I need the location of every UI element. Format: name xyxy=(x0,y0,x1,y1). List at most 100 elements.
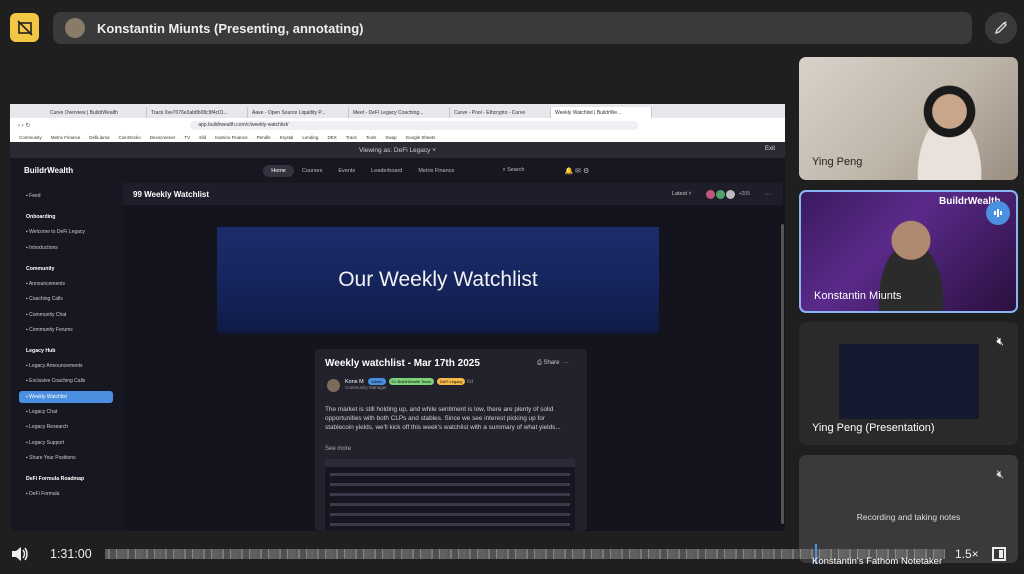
sidebar-item-feed[interactable]: ▪ Feed xyxy=(26,193,41,199)
participant-name: Konstantin Miunts xyxy=(814,290,902,302)
browser-tab[interactable]: Meet - DeFi Legacy Coaching... xyxy=(349,107,450,118)
bookmark-item[interactable]: CoinGecko xyxy=(119,135,141,140)
post-card[interactable]: Weekly watchlist - Mar 17th 2025 ⎙ Share… xyxy=(315,349,587,531)
annotate-button[interactable] xyxy=(985,12,1017,44)
browser-tab[interactable]: Curve - Pool - Ethcrypto - Curve xyxy=(450,107,551,118)
feed-title: 99 Weekly Watchlist xyxy=(133,189,210,199)
browser-tab[interactable]: Aave - Open Source Liquidity P... xyxy=(248,107,349,118)
meeting-title-bar: Konstantin Miunts (Presenting, annotatin… xyxy=(53,12,972,44)
sidebar-item-legacy-chat[interactable]: ▪ Legacy Chat xyxy=(26,409,57,415)
url-field[interactable]: app.buildrwealth.com/c/weekly-watchlist/ xyxy=(190,120,639,130)
sidebar-item-coaching-calls[interactable]: ▪ Coaching Calls xyxy=(26,296,63,302)
banner-title: Our Weekly Watchlist xyxy=(338,268,538,291)
sidebar-heading: Onboarding xyxy=(26,214,56,221)
shared-screen: Curve Overview | BuildrWealth Track 0xe70… xyxy=(10,104,785,531)
bookmark-item[interactable]: Kamino Finance xyxy=(215,135,248,140)
nav-item-metrix-finance[interactable]: Metrix Finance xyxy=(410,165,462,177)
bookmark-item[interactable]: Community xyxy=(19,135,42,140)
sidebar-item-exclusive-coaching-calls[interactable]: ▪ Exclusive Coaching Calls xyxy=(26,378,85,384)
mic-off-icon: 🔇︎ xyxy=(996,467,1004,481)
share-button[interactable]: ⎙ Share ··· xyxy=(537,360,569,367)
author-role: Community Manager xyxy=(345,385,387,390)
bookmark-item[interactable]: DEX xyxy=(327,135,336,140)
playback-time: 1:31:00 xyxy=(50,547,92,561)
sort-label: Latest xyxy=(672,191,687,197)
playback-speed[interactable]: 1.5× xyxy=(955,547,979,561)
exit-button[interactable]: Exit xyxy=(765,146,775,152)
sidebar-item-share-your-positions[interactable]: ▪ Share Your Positions xyxy=(26,455,76,461)
feed-header: 99 Weekly Watchlist Latest ˅ +205 ··· xyxy=(123,183,783,205)
notetaker-status: Recording and taking notes xyxy=(856,512,961,522)
bookmark-item[interactable]: Tools xyxy=(366,135,377,140)
viewing-as-label[interactable]: Viewing as: DeFi Legacy ˅ xyxy=(359,147,436,154)
bookmark-item[interactable]: Track xyxy=(346,135,357,140)
page-scrollbar[interactable] xyxy=(781,224,784,524)
author-badge: DeFi Legacy xyxy=(436,378,466,385)
watchlist-banner: Our Weekly Watchlist xyxy=(217,227,659,333)
share-label: Share xyxy=(543,360,560,366)
mic-off-icon: 🔇︎ xyxy=(996,334,1004,348)
participant-video xyxy=(909,82,999,180)
sort-dropdown[interactable]: Latest ˅ xyxy=(672,191,692,197)
bookmark-item[interactable]: Google Sheets xyxy=(406,135,436,140)
bookmark-item[interactable]: Metrix Finance xyxy=(51,135,81,140)
sidebar: ▪ Feed Onboarding ▪ Welcome to DeFi Legacy… xyxy=(10,183,123,531)
participant-tile-presentation[interactable]: 🔇︎ Ying Peng (Presentation) xyxy=(799,322,1018,445)
bookmark-item[interactable]: Dexscreener xyxy=(150,135,176,140)
sidebar-item-legacy-support[interactable]: ▪ Legacy Support xyxy=(26,440,64,446)
member-avatars xyxy=(705,189,735,199)
fullscreen-icon[interactable] xyxy=(992,547,1006,561)
more-icon[interactable]: ··· xyxy=(764,191,771,198)
browser-address-bar: ‹ › ↻ app.buildrwealth.com/c/weekly-watc… xyxy=(10,118,785,132)
sidebar-item-legacy-announcements[interactable]: ▪ Legacy Announcements xyxy=(26,363,83,369)
sidebar-item-community-chat[interactable]: ▪ Community Chat xyxy=(26,312,66,318)
participant-tile-notetaker[interactable]: 🔇︎ Recording and taking notes xyxy=(799,455,1018,563)
nav-item-courses[interactable]: Courses xyxy=(294,165,330,177)
notification-icons[interactable]: 🔔 ✉ ⚙ xyxy=(565,167,590,175)
bookmark-item[interactable]: Swap xyxy=(385,135,396,140)
sidebar-item-introductions[interactable]: ▪ Introductions xyxy=(26,245,58,251)
bookmark-item[interactable]: sfid xyxy=(199,135,206,140)
sidebar-item-announcements[interactable]: ▪ Announcements xyxy=(26,281,65,287)
sidebar-heading: Community xyxy=(26,265,55,272)
browser-tab[interactable]: Weekly Watchlist | BuildrWe... xyxy=(551,107,652,118)
sidebar-item-legacy-research[interactable]: ▪ Legacy Research xyxy=(26,424,68,430)
sidebar-item-weekly-watchlist[interactable]: ▪ Weekly Watchlist xyxy=(26,394,67,400)
search-button[interactable]: ⌕ Search xyxy=(502,167,524,174)
browser-tab[interactable]: Curve Overview | BuildrWealth xyxy=(46,107,147,118)
author-badge: Admin xyxy=(368,378,386,385)
nav-item-home[interactable]: Home xyxy=(263,164,294,177)
nav-item-events[interactable]: Events xyxy=(330,165,363,177)
viewing-as-bar: Viewing as: DeFi Legacy ˅ Exit xyxy=(10,142,785,158)
see-more-link[interactable]: See more xyxy=(325,446,351,452)
author-avatar[interactable] xyxy=(327,379,340,392)
sidebar-item-defi-formula[interactable]: ▪ DeFi Formula xyxy=(26,491,59,497)
participant-tile-ying-peng[interactable]: Ying Peng xyxy=(799,57,1018,180)
presentation-thumbnail xyxy=(839,344,979,419)
sidebar-item-community-forums[interactable]: ▪ Community Forums xyxy=(26,327,73,333)
post-title[interactable]: Weekly watchlist - Mar 17th 2025 xyxy=(325,358,480,369)
sidebar-heading: DeFi Formula Roadmap xyxy=(26,476,85,483)
sidebar-item-welcome-to-defi-legacy[interactable]: ▪ Welcome to DeFi Legacy xyxy=(26,229,85,235)
post-time: 6d xyxy=(466,379,474,385)
search-label: Search xyxy=(507,167,525,173)
nav-item-leaderboard[interactable]: Leaderboard xyxy=(363,165,410,177)
table-preview-graphic xyxy=(325,459,575,526)
brand-logo[interactable]: BuildrWealth xyxy=(24,166,73,175)
sidebar-heading: Legacy Hub xyxy=(26,348,56,355)
post-body: The market is still holding up, and whil… xyxy=(325,406,561,431)
bookmark-item[interactable]: DefiLlama xyxy=(89,135,109,140)
volume-icon[interactable] xyxy=(10,545,30,563)
participant-tile-konstantin[interactable]: BuildrWealth Konstantin Miunts xyxy=(799,190,1018,313)
nav-arrows-icon: ‹ › ↻ xyxy=(18,122,31,129)
watchlist-table-preview xyxy=(325,459,575,531)
bookmark-item[interactable]: Lending xyxy=(302,135,318,140)
stop-presenting-icon[interactable] xyxy=(10,13,39,42)
presenter-avatar xyxy=(65,18,85,38)
bookmark-item[interactable]: Pendle xyxy=(257,135,271,140)
bookmark-item[interactable]: TV xyxy=(184,135,190,140)
post-author-line: Kons M Admin DJ BuildrWealth Team DeFi Leg… xyxy=(345,378,474,390)
browser-tab[interactable]: Track 0xe7076e3ab8b08c9f4c01... xyxy=(147,107,248,118)
bookmark-item[interactable]: Krystal xyxy=(280,135,294,140)
main-nav: Home Courses Events Leaderboard Metrix Finan… xyxy=(263,164,462,177)
